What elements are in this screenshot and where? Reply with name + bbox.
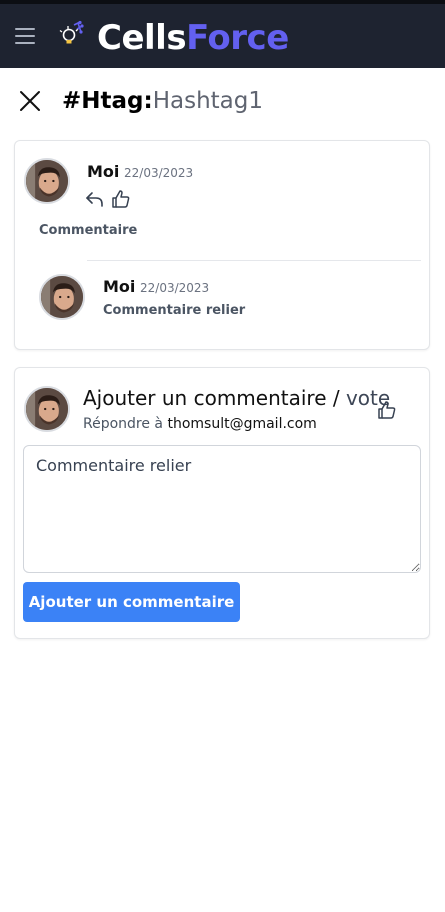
avatar	[24, 386, 70, 432]
add-comment-card: Ajouter un commentaire / vote Répondre à…	[14, 367, 430, 639]
reply-email: thomsult@gmail.com	[167, 416, 317, 432]
thread-divider	[87, 260, 421, 261]
reply-prefix: Répondre à	[83, 416, 168, 432]
brand-part-1: Cells	[97, 18, 187, 58]
reply-to-line: Répondre à thomsult@gmail.com	[83, 415, 317, 433]
tag-value: Hashtag1	[152, 88, 263, 114]
lightbulb-icon	[58, 20, 84, 50]
add-comment-button[interactable]: Ajouter un commentaire	[23, 582, 240, 622]
top-navbar: CellsForce	[0, 0, 445, 68]
tag-key: #Htag:	[62, 88, 153, 114]
thumbs-up-icon[interactable]	[111, 189, 131, 209]
brand-part-2: Force	[186, 18, 289, 58]
hamburger-icon[interactable]	[15, 28, 35, 46]
reply-text: Commentaire relier	[103, 303, 246, 318]
reply-author: Moi	[103, 277, 136, 296]
avatar	[39, 274, 85, 320]
form-title: Ajouter un commentaire / vote	[83, 385, 390, 411]
thumbs-up-icon[interactable]	[377, 400, 397, 420]
comment-textarea[interactable]: Commentaire relier	[23, 445, 421, 573]
comment-author: Moi	[87, 162, 120, 181]
comment-text: Commentaire	[39, 223, 138, 238]
form-title-sep: /	[326, 386, 346, 410]
avatar	[24, 158, 70, 204]
comment-date: 22/03/2023	[124, 166, 194, 180]
close-icon[interactable]	[18, 89, 42, 113]
reply-date: 22/03/2023	[140, 281, 210, 295]
page-title: #Htag:Hashtag1	[62, 86, 263, 116]
form-title-main: Ajouter un commentaire	[83, 386, 327, 410]
brand-logo[interactable]: CellsForce	[97, 18, 289, 58]
reply-icon[interactable]	[85, 189, 105, 209]
comment-thread-card: Moi 22/03/2023 Commentaire Moi 22/03/202…	[14, 140, 430, 350]
page-header: #Htag:Hashtag1	[0, 84, 445, 118]
